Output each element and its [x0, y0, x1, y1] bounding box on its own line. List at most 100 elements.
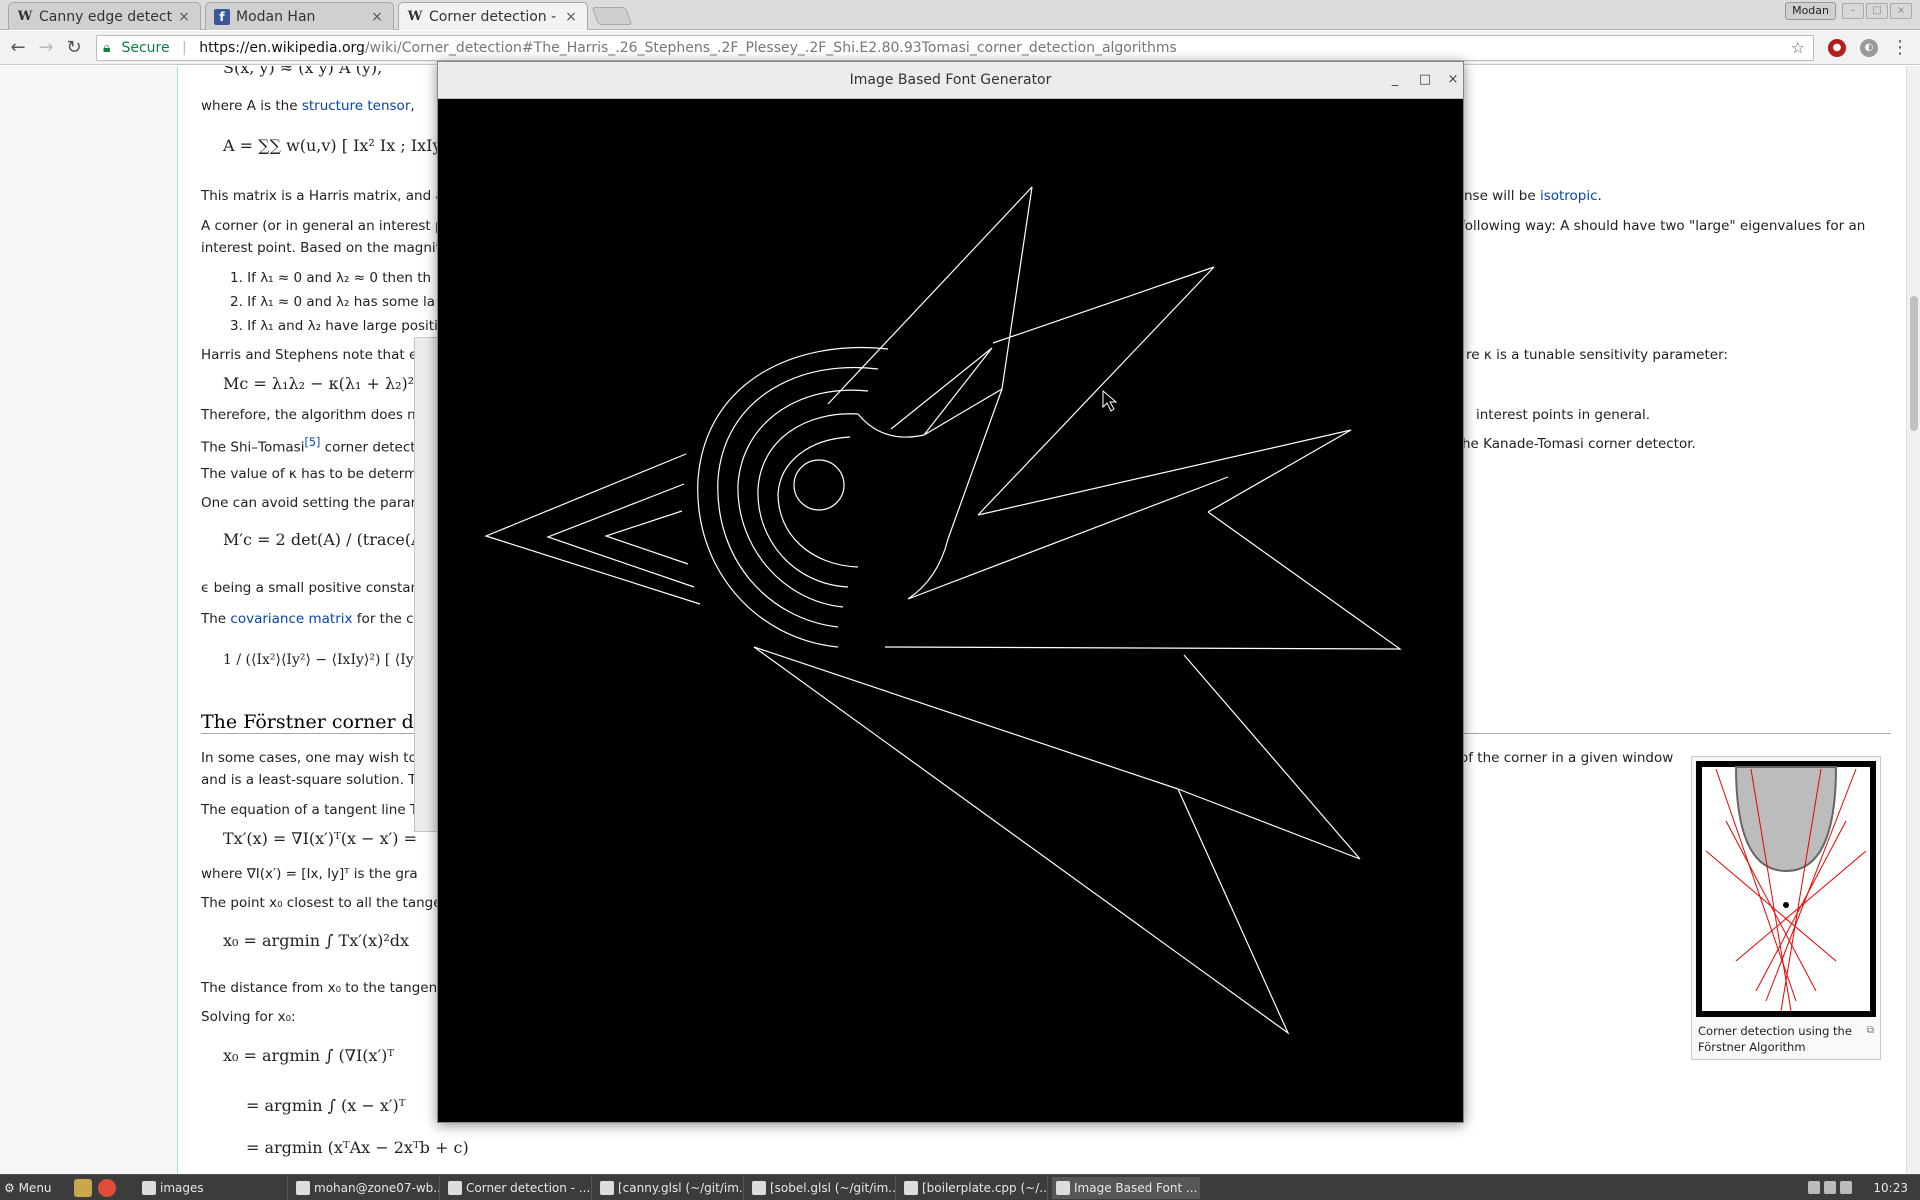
window-titlebar[interactable]: Image Based Font Generator _ □ × [438, 62, 1463, 99]
paragraph: where ∇I(x′) = [Ix, Iy]ᵀ is the gra [201, 866, 418, 882]
list-item: 1. If λ₁ ≈ 0 and λ₂ ≈ 0 then th [230, 270, 432, 286]
paragraph: This matrix is a Harris matrix, and ang [201, 188, 461, 204]
paragraph: In some cases, one may wish to c [201, 750, 429, 766]
paragraph: The equation of a tangent line T [201, 802, 419, 818]
url-host: https://en.wikipedia.org [199, 40, 365, 56]
math-tangent: Tx′(x) = ∇I(x′)ᵀ(x − x′) = [223, 829, 417, 848]
forstner-figure [1702, 766, 1870, 1012]
paragraph: The covariance matrix for the corr [201, 611, 433, 627]
expand-icon[interactable]: ⧉ [1867, 1025, 1874, 1036]
chrome-icon[interactable] [98, 1179, 116, 1197]
paragraph: A corner (or in general an interest poi [201, 218, 456, 234]
math-structure-tensor: A = ∑∑ w(u,v) [ Ix² Ix ; IxIy ] [223, 136, 453, 155]
maximize-icon[interactable]: □ [1866, 3, 1888, 19]
font-generator-window[interactable]: Image Based Font Generator _ □ × [437, 61, 1464, 1123]
paragraph-tail: he Kanade-Tomasi corner detector. [1462, 436, 1696, 452]
task-font-generator[interactable]: Image Based Font ... [1052, 1177, 1200, 1199]
citation-link[interactable]: [5] [304, 436, 320, 449]
maximize-icon[interactable]: □ [1415, 71, 1435, 91]
facebook-icon: f [214, 8, 230, 25]
tab-modan-han[interactable]: f Modan Han × [205, 2, 394, 30]
more-menu-icon[interactable]: ⋮ [1890, 38, 1910, 58]
paragraph-tail: interest points in general. [1476, 407, 1651, 423]
tab-label: Modan Han [236, 8, 316, 25]
lock-icon: 🔒︎ [103, 40, 111, 56]
url-path: /wiki/Corner_detection#The_Harris_.26_St… [364, 40, 1177, 56]
list-item: 3. If λ₁ and λ₂ have large positiv [230, 318, 446, 334]
forstner-image[interactable] [1696, 761, 1876, 1017]
paragraph: One can avoid setting the parame [201, 495, 433, 511]
covariance-matrix-link[interactable]: covariance matrix [230, 611, 352, 627]
math-solve-2: = argmin ∫ (x − x′)ᵀ [246, 1096, 406, 1115]
wikipedia-icon: W [407, 9, 423, 24]
new-tab-button[interactable] [591, 7, 633, 25]
tab-label: Canny edge detecto [39, 8, 172, 25]
close-icon[interactable]: × [563, 9, 579, 25]
math-solve-1: x₀ = argmin ∫ (∇I(x′)ᵀ [223, 1046, 395, 1065]
paragraph: interest point. Based on the magnitud [201, 240, 459, 256]
task-terminal[interactable]: mohan@zone07-wb... [292, 1177, 440, 1199]
wikipedia-icon: W [17, 9, 33, 24]
paragraph: ϵ being a small positive constant. [201, 580, 429, 596]
tab-label: Corner detection - V [429, 8, 559, 25]
window-icon [1056, 1181, 1070, 1195]
reload-icon[interactable]: ↻ [64, 38, 84, 58]
edge-outline-drawing [484, 186, 1402, 1035]
paragraph: Solving for x₀: [201, 1009, 296, 1025]
close-icon[interactable]: × [369, 9, 385, 25]
editor-icon [904, 1181, 918, 1195]
clock[interactable]: 10:23 [1873, 1177, 1908, 1199]
extension-icon[interactable]: ◐ [1860, 39, 1878, 57]
paragraph: The value of κ has to be determin [201, 466, 430, 482]
start-menu-button[interactable]: ⚙ Menu [4, 1179, 52, 1197]
editor-icon [752, 1181, 766, 1195]
math-x0: x₀ = argmin ∫ Tx′(x)²dx [223, 931, 410, 950]
task-sobel-glsl[interactable]: [sobel.glsl (~/git/im... [748, 1177, 896, 1199]
tab-canny[interactable]: W Canny edge detecto × [8, 2, 201, 30]
menu-label: Menu [18, 1181, 52, 1195]
paragraph: where A is the structure tensor, [201, 98, 415, 114]
browser-toolbar: ← → ↻ 🔒︎ Secure | https://en.wikipedia.o… [0, 31, 1920, 65]
paragraph-tail: nse will be isotropic. [1464, 188, 1602, 204]
thumbnail-caption: Corner detection using the Förstner Algo… [1698, 1024, 1852, 1054]
task-images[interactable]: images [138, 1177, 288, 1199]
bookmark-star-icon[interactable]: ☆ [1791, 36, 1805, 60]
edge-detection-canvas[interactable] [438, 99, 1463, 1122]
math-solve-3: = argmin (xᵀAx − 2xᵀb + c) [246, 1138, 469, 1157]
back-arrow-icon[interactable]: ← [8, 38, 28, 58]
task-canny-glsl[interactable]: [canny.glsl (~/git/im... [596, 1177, 744, 1199]
close-icon[interactable]: × [1443, 71, 1463, 91]
user-tray-icon[interactable] [1808, 1181, 1820, 1194]
task-boilerplate[interactable]: [boilerplate.cpp (~/... [900, 1177, 1048, 1199]
paragraph-tail: re κ is a tunable sensitivity parameter: [1466, 347, 1728, 363]
minimize-icon[interactable]: – [1842, 3, 1864, 19]
list-item: 2. If λ₁ ≈ 0 and λ₂ has some la [230, 294, 435, 310]
paragraph: and is a least-square solution. Th [201, 772, 425, 788]
folder-icon[interactable] [74, 1179, 92, 1197]
terminal-icon [296, 1181, 310, 1195]
page-scrollbar[interactable] [1906, 66, 1920, 1174]
paragraph: The point x₀ closest to all the tangen [201, 895, 451, 911]
forward-arrow-icon[interactable]: → [36, 38, 56, 58]
tab-corner-detection[interactable]: W Corner detection - V × [398, 2, 588, 30]
profile-badge[interactable]: Modan [1785, 2, 1836, 20]
separator: | [182, 40, 187, 56]
math-mc: Mc = λ₁λ₂ − κ(λ₁ + λ₂)² [223, 374, 415, 393]
window-title: Image Based Font Generator [849, 72, 1052, 88]
minimize-icon[interactable]: _ [1385, 71, 1405, 91]
network-icon[interactable] [1824, 1181, 1836, 1194]
close-icon[interactable]: × [1890, 3, 1912, 19]
address-bar[interactable]: 🔒︎ Secure | https://en.wikipedia.org/wik… [96, 35, 1814, 61]
volume-icon[interactable] [1840, 1181, 1852, 1194]
task-chrome[interactable]: Corner detection - ... [444, 1177, 592, 1199]
forstner-thumbnail[interactable]: Corner detection using the Förstner Algo… [1691, 756, 1881, 1060]
isotropic-link[interactable]: isotropic [1540, 188, 1598, 204]
close-icon[interactable]: × [176, 9, 192, 25]
paragraph-tail: following way: A should have two "large"… [1460, 218, 1866, 234]
ublock-icon[interactable]: ● [1828, 39, 1846, 57]
editor-icon [600, 1181, 614, 1195]
paragraph-tail: of the corner in a given window [1460, 750, 1674, 766]
structure-tensor-link[interactable]: structure tensor [302, 98, 411, 114]
scrollbar-thumb[interactable] [1910, 296, 1918, 431]
paragraph: Therefore, the algorithm does not [201, 407, 430, 423]
